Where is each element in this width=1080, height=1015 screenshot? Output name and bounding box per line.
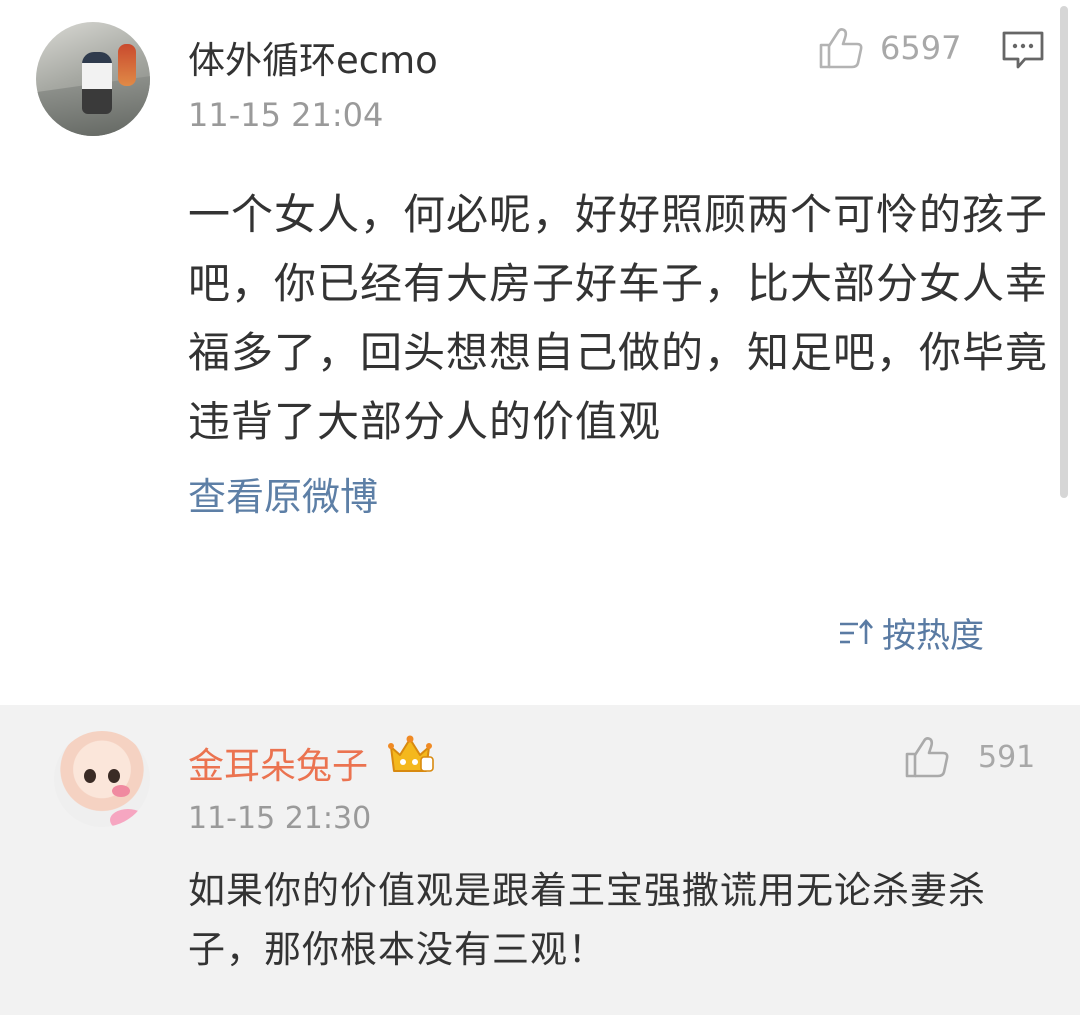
comment-screen: 体外循环ecmo 11-15 21:04 6597 一个女人，何必呢，好好照顾两… <box>0 0 1080 1015</box>
crown-vip-icon <box>388 735 434 772</box>
scrollbar[interactable] <box>1060 6 1068 498</box>
reply-like-count: 591 <box>978 739 1036 775</box>
reply-comment: 金耳朵兔子 11-15 21:30 591 如果你的价值观是跟着王宝强撒谎用无论… <box>0 705 1080 1015</box>
reply-username[interactable]: 金耳朵兔子 <box>188 737 368 789</box>
avatar-runner-shape <box>82 52 112 114</box>
main-timestamp: 11-15 21:04 <box>188 96 384 134</box>
sort-label: 按热度 <box>882 616 984 656</box>
reply-avatar[interactable] <box>54 731 150 827</box>
avatar-bow <box>110 809 146 827</box>
main-like-count: 6597 <box>880 29 962 67</box>
avatar-runner-shape-2 <box>118 44 136 86</box>
reply-timestamp: 11-15 21:30 <box>188 801 372 836</box>
main-comment: 体外循环ecmo 11-15 21:04 6597 一个女人，何必呢，好好照顾两… <box>0 0 1080 705</box>
avatar[interactable] <box>36 22 150 136</box>
sort-by-heat-button[interactable]: 按热度 <box>838 608 984 657</box>
main-username[interactable]: 体外循环ecmo <box>188 30 438 84</box>
reply-like-button[interactable]: 591 <box>904 735 1035 779</box>
thumbs-up-icon <box>905 737 949 778</box>
main-comment-body: 一个女人，何必呢，好好照顾两个可怜的孩子吧，你已经有大房子好车子，比大部分女人幸… <box>188 190 1049 446</box>
avatar-blush <box>112 785 130 797</box>
reply-body: 如果你的价值观是跟着王宝强撒谎用无论杀妻杀子，那你根本没有三观！ <box>188 869 986 971</box>
sort-icon <box>840 618 873 644</box>
avatar-eye-left <box>84 769 96 783</box>
avatar-eye-right <box>108 769 120 783</box>
thumbs-up-icon <box>819 28 863 69</box>
main-like-button[interactable]: 6597 <box>818 26 961 70</box>
comment-icon[interactable] <box>1001 30 1045 70</box>
view-original-link[interactable]: 查看原微博 <box>188 466 378 521</box>
